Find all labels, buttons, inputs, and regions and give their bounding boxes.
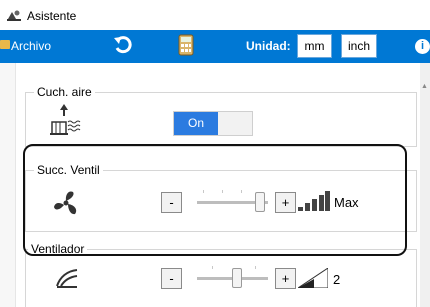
fan-slider-thumb[interactable] (232, 268, 242, 288)
air-knife-title: Cuch. aire (34, 85, 95, 99)
folder-icon (0, 40, 10, 49)
scroll-up-icon[interactable]: ▲ (421, 83, 428, 90)
title-bar: Asistente (0, 0, 430, 30)
fan-increase-button[interactable]: + (275, 268, 296, 289)
highlight-box (23, 144, 407, 256)
left-strip (0, 63, 16, 307)
slider-tick (212, 266, 213, 269)
unit-inch-button[interactable]: inch (341, 34, 377, 58)
air-knife-icon (50, 104, 81, 135)
window-title: Asistente (27, 9, 77, 23)
air-flow-icon (56, 269, 78, 288)
toggle-on-label[interactable]: On (174, 112, 218, 135)
toggle-off-area[interactable] (218, 112, 252, 135)
archivo-menu[interactable]: Archivo (11, 39, 51, 53)
level-medium-icon (298, 268, 328, 288)
vertical-scrollbar[interactable]: ▲ (420, 63, 430, 307)
undo-icon[interactable] (113, 35, 133, 55)
wizard-icon (7, 10, 21, 21)
calculator-icon[interactable] (178, 34, 194, 56)
toolbar: Archivo Unidad: mm inch i (0, 30, 430, 63)
info-icon[interactable]: i (415, 39, 430, 54)
fan-value-label: 2 (333, 272, 341, 287)
fan-decrease-button[interactable]: - (161, 268, 182, 289)
slider-tick (255, 266, 256, 269)
air-knife-toggle[interactable]: On (173, 111, 253, 136)
unit-label: Unidad: (246, 39, 291, 53)
unit-mm-button[interactable]: mm (297, 34, 332, 58)
